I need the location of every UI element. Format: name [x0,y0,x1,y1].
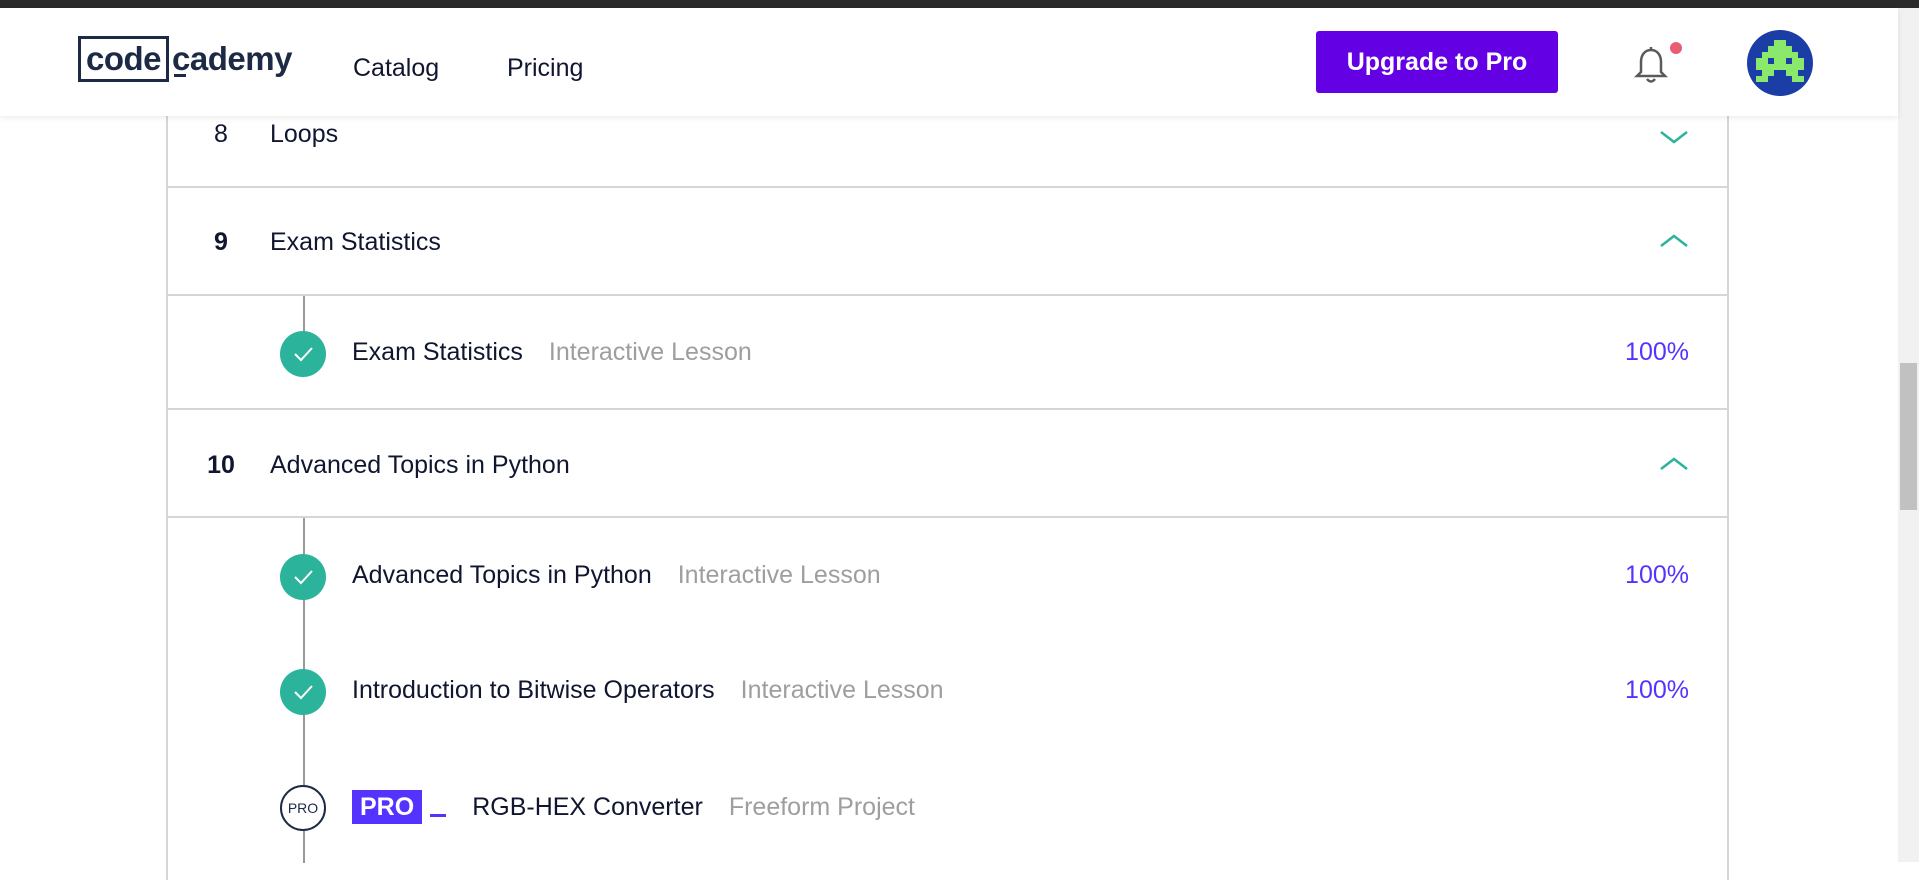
notification-dot [1670,42,1682,54]
module-number: 10 [207,451,235,479]
lesson-type: Freeform Project [728,792,915,821]
lesson-advanced-topics[interactable]: Advanced Topics in Python Interactive Le… [168,518,1727,634]
module-title: Advanced Topics in Python [270,451,570,479]
lesson-name: Exam Statistics [352,338,523,366]
lesson-name: Advanced Topics in Python [352,561,652,589]
logo-rest-text: cademy [172,40,292,77]
logo-box-text: code [78,36,170,82]
module-title: Loops [270,120,339,148]
lesson-exam-statistics[interactable]: Exam Statistics Interactive Lesson 100% [168,296,1727,410]
avatar-icon [1756,40,1804,82]
lesson-name: RGB-HEX Converter [472,792,703,821]
module-title: Exam Statistics [270,228,441,256]
chevron-down-icon[interactable] [1659,128,1689,146]
codecademy-logo[interactable]: code cademy [78,36,292,82]
scrollbar-thumb[interactable] [1900,363,1917,510]
module-row-advanced-topics[interactable]: 10 Advanced Topics in Python [168,411,1727,518]
lesson-progress: 100% [1625,676,1689,704]
lesson-rgb-hex-converter[interactable]: PRO PRO RGB-HEX Converter Freeform Proje… [168,750,1727,866]
nav-catalog[interactable]: Catalog [353,54,439,83]
check-icon [280,331,326,377]
bell-icon[interactable] [1633,46,1669,86]
pro-badge: PRO [352,790,423,824]
lesson-progress: 100% [1625,561,1689,589]
avatar[interactable] [1747,30,1813,96]
lesson-type: Interactive Lesson [548,338,752,366]
check-icon [280,554,326,600]
syllabus-panel: 8 Loops 9 Exam Statistics Exam Statistic… [166,80,1729,880]
lesson-name: Introduction to Bitwise Operators [352,676,715,704]
nav-pricing[interactable]: Pricing [507,54,583,83]
check-icon [280,669,326,715]
upgrade-to-pro-button[interactable]: Upgrade to Pro [1316,31,1558,93]
lesson-progress: 100% [1625,338,1689,366]
module-number: 8 [214,120,228,148]
module-number: 9 [214,228,228,256]
lesson-bitwise-operators[interactable]: Introduction to Bitwise Operators Intera… [168,634,1727,750]
site-header: code cademy Catalog Pricing Upgrade to P… [0,8,1898,116]
module-row-exam-statistics[interactable]: 9 Exam Statistics [168,188,1727,296]
chevron-up-icon[interactable] [1659,455,1689,473]
lesson-type: Interactive Lesson [677,561,881,589]
chevron-up-icon[interactable] [1659,232,1689,250]
pro-circle-icon: PRO [280,785,326,831]
browser-top-bar [0,0,1919,8]
lesson-type: Interactive Lesson [740,676,944,704]
pro-badge-underscore [430,813,447,817]
